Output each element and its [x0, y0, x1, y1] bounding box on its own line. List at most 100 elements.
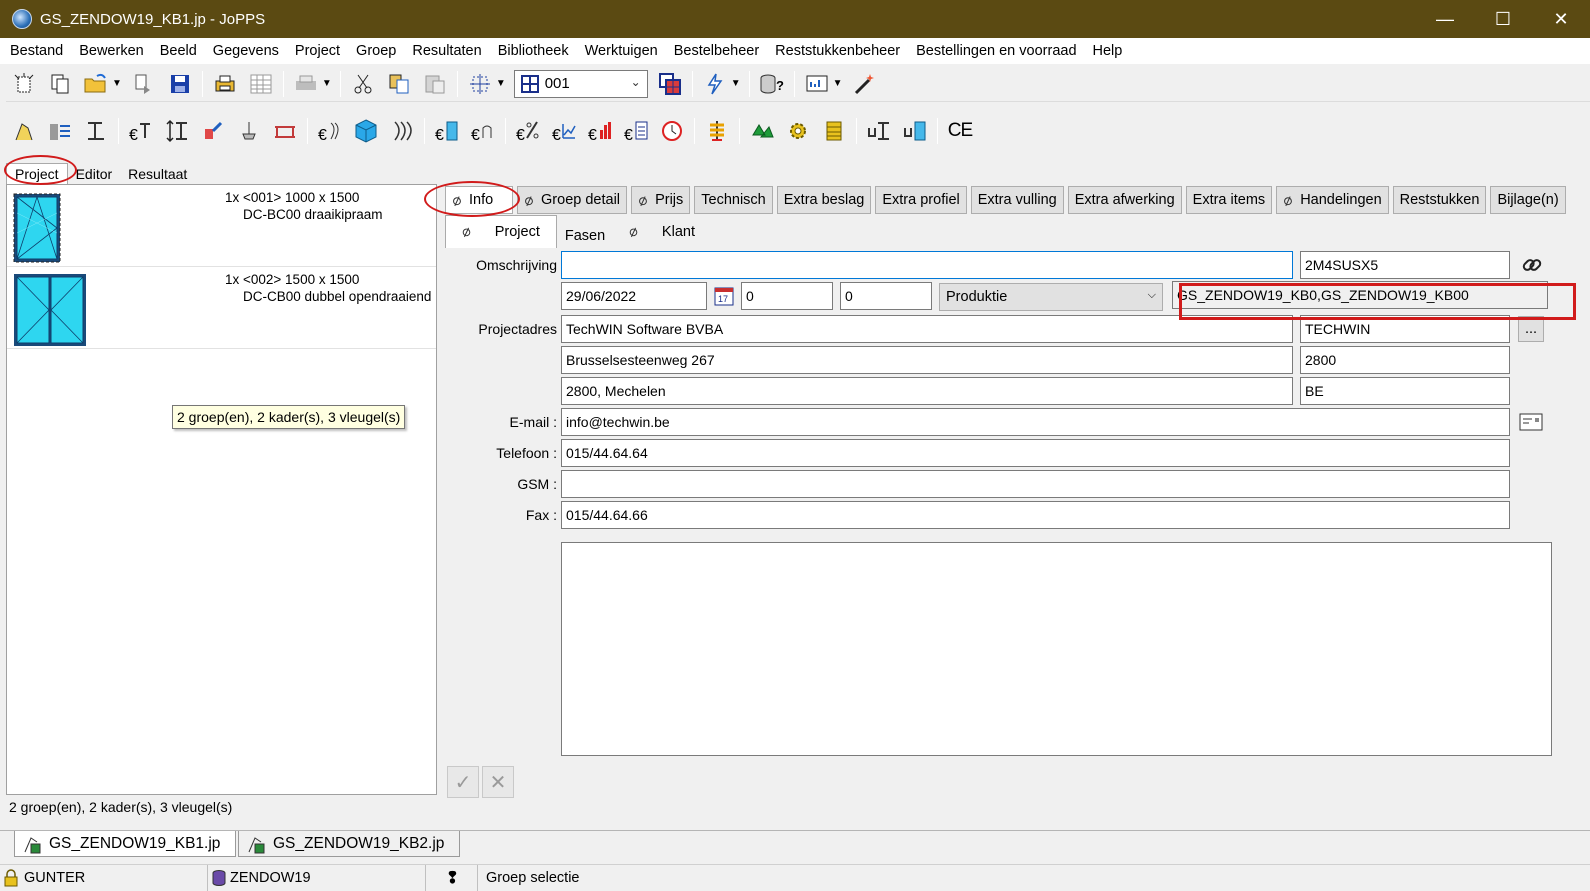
- copy-icon[interactable]: [384, 70, 414, 98]
- euro-glass-icon[interactable]: €: [315, 117, 345, 145]
- menu-groep[interactable]: Groep: [348, 43, 404, 59]
- status-select[interactable]: Produktie ⌵: [939, 283, 1163, 311]
- menu-project[interactable]: Project: [287, 43, 348, 59]
- tab-resultaat[interactable]: Resultaat: [120, 164, 195, 184]
- open-dropdown-icon[interactable]: ▼: [112, 78, 122, 89]
- clock-icon[interactable]: [657, 117, 687, 145]
- link-icon[interactable]: [1519, 252, 1545, 278]
- stock-icon[interactable]: [819, 117, 849, 145]
- browse-button[interactable]: ...: [1518, 316, 1544, 342]
- hardware-icon[interactable]: [234, 117, 264, 145]
- menu-beeld[interactable]: Beeld: [152, 43, 205, 59]
- list-item[interactable]: 1x <002> 1500 x 1500 DC-CB00 dubbel open…: [7, 267, 436, 349]
- fax-field[interactable]: 015/44.64.66: [561, 501, 1510, 529]
- subtab-klant[interactable]: ⌀ Klant: [613, 216, 711, 248]
- tab-editor[interactable]: Editor: [68, 164, 121, 184]
- print-dropdown-icon[interactable]: ▼: [322, 78, 332, 89]
- tab-extra-afwerking[interactable]: Extra afwerking: [1067, 186, 1182, 214]
- panel-icon[interactable]: [387, 117, 417, 145]
- gsm-field[interactable]: [561, 470, 1510, 498]
- print-icon[interactable]: [291, 70, 321, 98]
- menu-bestand[interactable]: Bestand: [2, 43, 71, 59]
- confirm-button[interactable]: ✓: [447, 766, 479, 798]
- vertical-dimension-icon[interactable]: [162, 117, 192, 145]
- document-tab-kb1[interactable]: GS_ZENDOW19_KB1.jp: [14, 831, 236, 857]
- open-folder-icon[interactable]: [81, 70, 111, 98]
- list-item[interactable]: 1x <001> 1000 x 1500 DC-BC00 draaikipraa…: [7, 185, 436, 267]
- menu-resultaten[interactable]: Resultaten: [404, 43, 489, 59]
- profile-edit-icon[interactable]: [9, 117, 39, 145]
- save-icon[interactable]: [165, 70, 195, 98]
- notes-textarea[interactable]: [561, 542, 1552, 756]
- profile-t-icon[interactable]: [81, 117, 111, 145]
- subtab-fasen[interactable]: Fasen: [557, 224, 613, 248]
- database-help-icon[interactable]: ?: [757, 70, 787, 98]
- paste-icon[interactable]: [420, 70, 450, 98]
- duplicate-group-icon[interactable]: [655, 70, 685, 98]
- send-mail-icon[interactable]: [1518, 409, 1544, 435]
- euro-calculator-icon[interactable]: €: [621, 117, 651, 145]
- euro-fill-icon[interactable]: €: [432, 117, 462, 145]
- menu-werktuigen[interactable]: Werktuigen: [577, 43, 666, 59]
- calculate-icon[interactable]: [700, 70, 730, 98]
- profile-list-icon[interactable]: [45, 117, 75, 145]
- menu-bewerken[interactable]: Bewerken: [71, 43, 151, 59]
- screen-layout-icon[interactable]: [802, 70, 832, 98]
- tab-bijlagen[interactable]: Bijlage(n): [1490, 186, 1566, 214]
- telefoon-field[interactable]: 015/44.64.64: [561, 439, 1510, 467]
- street-field[interactable]: Brusselsesteenweg 267: [561, 346, 1293, 374]
- menu-help[interactable]: Help: [1085, 43, 1131, 59]
- cancel-button[interactable]: ✕: [482, 766, 514, 798]
- cut-icon[interactable]: [348, 70, 378, 98]
- menu-gegevens[interactable]: Gegevens: [205, 43, 287, 59]
- close-button[interactable]: ✕: [1532, 0, 1590, 38]
- glass-cube-icon[interactable]: [351, 117, 381, 145]
- menu-bestellingen-voorraad[interactable]: Bestellingen en voorraad: [908, 43, 1084, 59]
- minimize-button[interactable]: —: [1416, 0, 1474, 38]
- tab-extra-vulling[interactable]: Extra vulling: [970, 186, 1064, 214]
- tab-project[interactable]: Project: [6, 163, 68, 184]
- table-icon[interactable]: [246, 70, 276, 98]
- cutting-list-icon[interactable]: [702, 117, 732, 145]
- sill-icon[interactable]: [270, 117, 300, 145]
- printer-settings-icon[interactable]: [210, 70, 240, 98]
- tab-extra-beslag[interactable]: Extra beslag: [776, 186, 872, 214]
- screen-layout-dropdown-icon[interactable]: ▼: [833, 78, 843, 89]
- address-short-field[interactable]: TECHWIN: [1300, 315, 1510, 343]
- number-field-2[interactable]: 0: [840, 282, 932, 310]
- euro-bar-chart-icon[interactable]: €: [585, 117, 615, 145]
- euro-profile-icon[interactable]: €: [126, 117, 156, 145]
- tab-handelingen[interactable]: ⌀ Handelingen: [1276, 186, 1389, 214]
- magic-wand-icon[interactable]: [850, 70, 880, 98]
- menu-reststukkenbeheer[interactable]: Reststukkenbeheer: [767, 43, 908, 59]
- tab-extra-items[interactable]: Extra items: [1185, 186, 1273, 214]
- country-field[interactable]: BE: [1300, 377, 1510, 405]
- tab-technisch[interactable]: Technisch: [694, 186, 773, 214]
- select-group-icon[interactable]: [465, 70, 495, 98]
- maximize-button[interactable]: ☐: [1474, 0, 1532, 38]
- calendar-icon[interactable]: 17: [711, 283, 737, 309]
- tab-info[interactable]: ⌀ Info: [445, 186, 513, 214]
- u-fill-icon[interactable]: [900, 117, 930, 145]
- date-field[interactable]: 29/06/2022: [561, 282, 707, 310]
- new-project-icon[interactable]: [9, 70, 39, 98]
- subtab-project[interactable]: ⌀ Project: [445, 215, 557, 248]
- euro-line-chart-icon[interactable]: €: [549, 117, 579, 145]
- menu-bibliotheek[interactable]: Bibliotheek: [490, 43, 577, 59]
- recycle-icon[interactable]: [747, 117, 777, 145]
- menu-bestelbeheer[interactable]: Bestelbeheer: [666, 43, 767, 59]
- joint-icon[interactable]: [198, 117, 228, 145]
- tab-groep-detail[interactable]: ⌀ Groep detail: [517, 186, 628, 214]
- select-group-dropdown-icon[interactable]: ▼: [496, 78, 506, 89]
- tab-extra-profiel[interactable]: Extra profiel: [875, 186, 967, 214]
- document-tab-kb2[interactable]: GS_ZENDOW19_KB2.jp: [238, 831, 460, 857]
- gear-icon[interactable]: [783, 117, 813, 145]
- project-code-field[interactable]: 2M4SUSX5: [1300, 251, 1510, 279]
- import-icon[interactable]: [129, 70, 159, 98]
- email-field[interactable]: info@techwin.be: [561, 408, 1510, 436]
- number-field-1[interactable]: 0: [741, 282, 833, 310]
- calculate-dropdown-icon[interactable]: ▼: [731, 78, 741, 89]
- tab-reststukken[interactable]: Reststukken: [1392, 186, 1487, 214]
- tab-prijs[interactable]: ⌀ Prijs: [631, 186, 691, 214]
- copy-project-icon[interactable]: [45, 70, 75, 98]
